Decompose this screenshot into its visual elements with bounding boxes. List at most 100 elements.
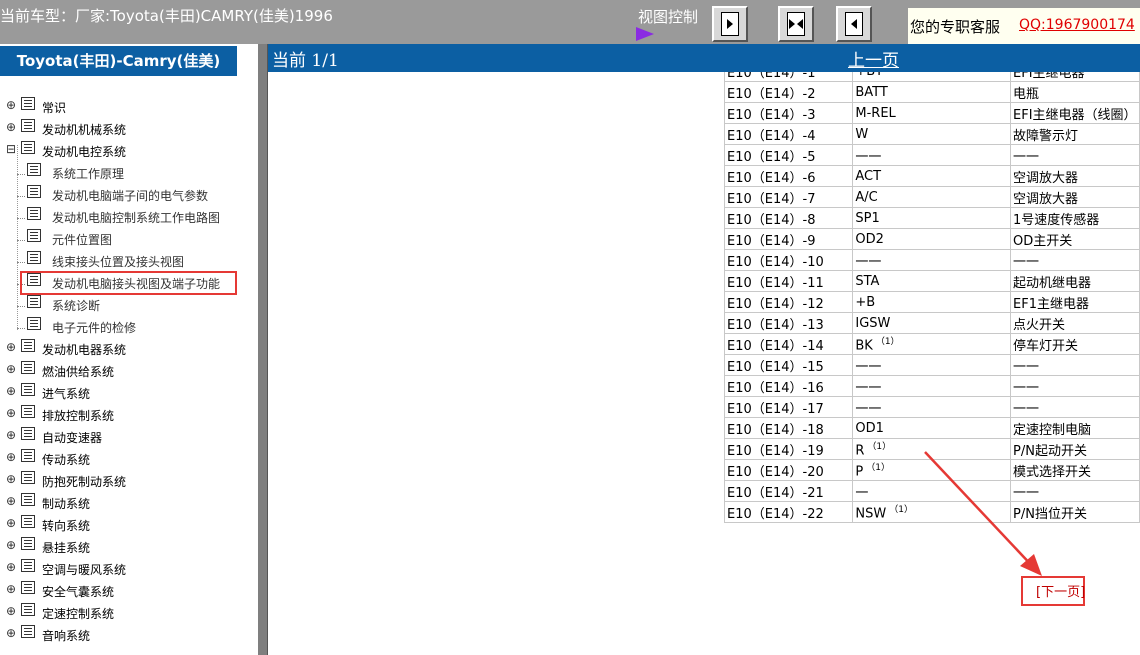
tree-label: 防抱死制动系统 bbox=[42, 475, 127, 489]
tree-node[interactable]: ⊕ 自动变速器 bbox=[0, 427, 240, 449]
tree-leaf[interactable]: 电子元件的检修 bbox=[0, 317, 240, 339]
tree-label: 音响系统 bbox=[42, 629, 91, 643]
content-header: 当前 1/1 上一页 bbox=[268, 44, 1140, 72]
tree-label: 系统工作原理 bbox=[52, 167, 125, 181]
tree-node[interactable]: ⊕ 排放控制系统 bbox=[0, 405, 240, 427]
book-icon bbox=[21, 405, 35, 418]
book-icon bbox=[27, 317, 41, 330]
page-status: 当前 1/1 bbox=[272, 51, 339, 71]
book-icon bbox=[21, 559, 35, 572]
expand-icon[interactable]: ⊕ bbox=[6, 473, 17, 485]
top-bar: 当前车型：厂家:Toyota(丰田)CAMRY(佳美)1996 视图控制 您的专… bbox=[0, 0, 1140, 44]
tree-label: 线束接头位置及接头视图 bbox=[52, 255, 185, 269]
tree-label: 安全气囊系统 bbox=[42, 585, 115, 599]
expand-icon[interactable]: ⊕ bbox=[6, 495, 17, 507]
expand-icon[interactable]: ⊕ bbox=[6, 627, 17, 639]
expand-icon[interactable]: ⊕ bbox=[6, 451, 17, 463]
expand-icon[interactable]: ⊕ bbox=[6, 517, 17, 529]
brand-header: Toyota(丰田)-Camry(佳美) bbox=[0, 46, 237, 76]
expand-icon[interactable]: ⊕ bbox=[6, 121, 17, 133]
content-area: E10（E14）-1+BTEFI主继电器E10（E14）-2BATT电瓶E10（… bbox=[268, 72, 1140, 655]
book-icon bbox=[21, 383, 35, 396]
tree-node[interactable]: ⊕ 制动系统 bbox=[0, 493, 240, 515]
book-icon bbox=[21, 97, 35, 110]
book-icon bbox=[21, 581, 35, 594]
expand-icon[interactable]: ⊕ bbox=[6, 429, 17, 441]
expand-icon[interactable]: ⊕ bbox=[6, 561, 17, 573]
prev-page-link[interactable]: 上一页 bbox=[848, 46, 899, 71]
tree-label: 定速控制系统 bbox=[42, 607, 115, 621]
expand-icon[interactable]: ⊕ bbox=[6, 583, 17, 595]
expand-icon[interactable]: ⊕ bbox=[6, 341, 17, 353]
expand-icon[interactable]: ⊕ bbox=[6, 407, 17, 419]
tree-node[interactable]: ⊕ 防抱死制动系统 bbox=[0, 471, 240, 493]
expand-icon[interactable]: ⊕ bbox=[6, 539, 17, 551]
view-split-button[interactable] bbox=[778, 6, 814, 42]
annotation-arrow bbox=[924, 451, 1042, 576]
tree-label: 传动系统 bbox=[42, 453, 91, 467]
tree-node[interactable]: ⊕ 进气系统 bbox=[0, 383, 240, 405]
tree-label: 自动变速器 bbox=[42, 431, 103, 445]
tree-leaf[interactable]: 元件位置图 bbox=[0, 229, 240, 251]
tree-node[interactable]: ⊕ 悬挂系统 bbox=[0, 537, 240, 559]
tree-node[interactable]: ⊕ 转向系统 bbox=[0, 515, 240, 537]
tree-node[interactable]: ⊕ 燃油供给系统 bbox=[0, 361, 240, 383]
book-icon bbox=[21, 141, 35, 154]
book-icon bbox=[27, 295, 41, 308]
expand-icon[interactable]: ⊕ bbox=[6, 385, 17, 397]
flag-icon bbox=[636, 27, 654, 41]
tree-leaf[interactable]: 线束接头位置及接头视图 bbox=[0, 251, 240, 273]
tree-label: 排放控制系统 bbox=[42, 409, 115, 423]
expand-icon[interactable]: ⊕ bbox=[6, 363, 17, 375]
expand-icon[interactable]: ⊕ bbox=[6, 605, 17, 617]
tree-node[interactable]: ⊕ 常识 bbox=[0, 97, 240, 119]
service-qq-link[interactable]: QQ:1967900174 bbox=[1019, 17, 1135, 33]
tree-label: 元件位置图 bbox=[52, 233, 113, 247]
tree-branch-line bbox=[17, 262, 25, 263]
collapse-icon[interactable]: ⊟ bbox=[6, 143, 17, 155]
tree-label: 发动机电脑控制系统工作电路图 bbox=[52, 211, 221, 225]
book-icon bbox=[21, 449, 35, 462]
tree-node[interactable]: ⊕ 音响系统 bbox=[0, 625, 240, 647]
tree-leaf[interactable]: 发动机电脑控制系统工作电路图 bbox=[0, 207, 240, 229]
book-icon bbox=[27, 251, 41, 264]
tree-label: 进气系统 bbox=[42, 387, 91, 401]
view-left-button[interactable] bbox=[836, 6, 872, 42]
service-label: 您的专职客服 bbox=[910, 18, 1001, 36]
tree-node[interactable]: ⊕ 发动机电器系统 bbox=[0, 339, 240, 361]
tree-label: 悬挂系统 bbox=[42, 541, 91, 555]
tree-label: 空调与暖风系统 bbox=[42, 563, 127, 577]
book-icon bbox=[21, 493, 35, 506]
view-control-label: 视图控制 bbox=[638, 8, 699, 26]
tree-branch-line bbox=[17, 306, 25, 307]
tree-node[interactable]: ⊕ 传动系统 bbox=[0, 449, 240, 471]
expand-icon[interactable]: ⊕ bbox=[6, 99, 17, 111]
book-icon bbox=[21, 515, 35, 528]
panel-divider[interactable] bbox=[258, 44, 268, 655]
tree-node[interactable]: ⊕ 空调与暖风系统 bbox=[0, 559, 240, 581]
tree-node[interactable]: ⊟ 发动机电控系统 bbox=[0, 141, 240, 163]
tree-branch-line bbox=[17, 174, 25, 175]
book-icon bbox=[21, 119, 35, 132]
tree-leaf[interactable]: 系统诊断 bbox=[0, 295, 240, 317]
tree-label: 发动机电控系统 bbox=[42, 145, 127, 159]
tree-node[interactable]: ⊕ 发动机机械系统 bbox=[0, 119, 240, 141]
tree-leaf[interactable]: 发动机电脑端子间的电气参数 bbox=[0, 185, 240, 207]
tree-label: 常识 bbox=[42, 101, 67, 115]
book-icon bbox=[21, 427, 35, 440]
tree-leaf[interactable]: 系统工作原理 bbox=[0, 163, 240, 185]
tree-branch-line bbox=[17, 218, 25, 219]
tree-label: 电子元件的检修 bbox=[52, 321, 137, 335]
tree-branch-line bbox=[17, 240, 25, 241]
book-icon bbox=[27, 229, 41, 242]
tree-label: 系统诊断 bbox=[52, 299, 101, 313]
book-icon bbox=[21, 361, 35, 374]
tree-label: 燃油供给系统 bbox=[42, 365, 115, 379]
panel-right-icon bbox=[721, 12, 739, 36]
panel-left-icon bbox=[845, 12, 863, 36]
tree-node[interactable]: ⊕ 安全气囊系统 bbox=[0, 581, 240, 603]
tree-node[interactable]: ⊕ 定速控制系统 bbox=[0, 603, 240, 625]
book-icon bbox=[27, 163, 41, 176]
vehicle-title: 当前车型：厂家:Toyota(丰田)CAMRY(佳美)1996 bbox=[0, 7, 333, 25]
view-right-button[interactable] bbox=[712, 6, 748, 42]
